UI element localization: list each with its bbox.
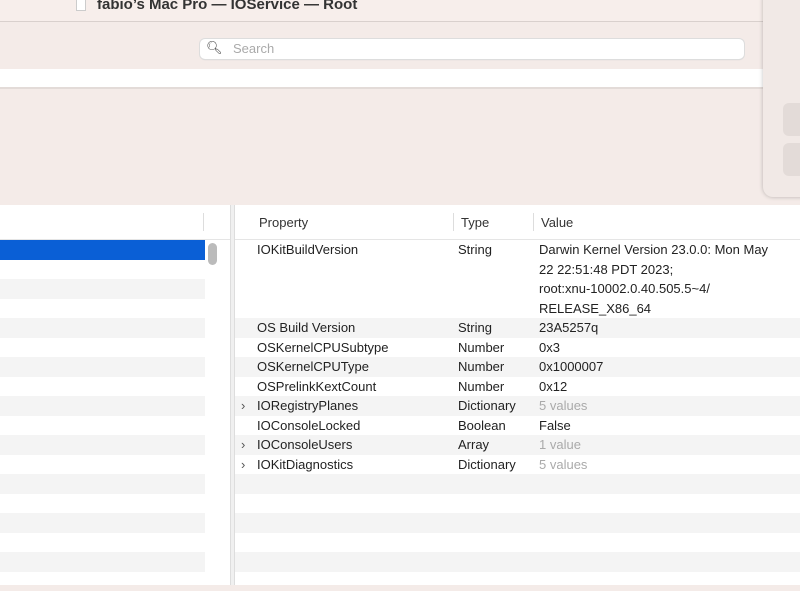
tree-row[interactable] [0,260,205,280]
tree-row[interactable] [0,377,205,397]
properties-table: Property Type Value IOKitBuildVersion Str… [235,205,800,585]
property-value: 0x12 [539,377,567,397]
tree-row[interactable] [0,357,205,377]
property-value: 0x1000007 [539,357,603,377]
tree-scrollbar[interactable] [208,243,217,265]
property-type: String [458,318,492,338]
property-type: Boolean [458,416,506,436]
table-row[interactable]: OSKernelCPUSubtype Number 0x3 [235,338,800,358]
tree-row[interactable] [0,533,205,553]
tree-row[interactable] [0,299,205,319]
tree-row[interactable] [0,513,205,533]
property-name: IOConsoleLocked [257,416,360,436]
property-type: String [458,240,492,260]
table-row[interactable]: OSKernelCPUType Number 0x1000007 [235,357,800,377]
property-value: 0x3 [539,338,560,358]
tree-row[interactable] [0,396,205,416]
property-name: OSKernelCPUSubtype [257,338,389,358]
popover-button[interactable] [783,103,800,136]
tree-row[interactable] [0,318,205,338]
property-name: IOKitBuildVersion [257,240,358,260]
property-name: IORegistryPlanes [257,396,358,416]
property-value: Darwin Kernel Version 23.0.0: Mon May 22… [539,240,768,318]
search-input[interactable]: 🔍︎ Search [200,39,744,59]
property-name: IOConsoleUsers [257,435,352,455]
search-icon[interactable]: 🔍︎ [206,40,223,56]
property-value: False [539,416,571,436]
property-name: OSKernelCPUType [257,357,369,377]
empty-row [235,474,800,494]
title-bar: fabio’s Mac Pro — IOService — Root [0,0,800,22]
table-row[interactable]: IOConsoleLocked Boolean False [235,416,800,436]
disclosure-chevron-icon[interactable]: › [241,455,245,475]
tree-row[interactable] [0,552,205,572]
table-row[interactable]: › IORegistryPlanes Dictionary 5 values [235,396,800,416]
table-header: Property Type Value [235,205,800,240]
window-title: fabio’s Mac Pro — IOService — Root [97,0,357,13]
property-type: Array [458,435,489,455]
empty-row [235,513,800,533]
empty-row [235,494,800,514]
search-placeholder: Search [233,41,274,56]
table-row[interactable]: OS Build Version String 23A5257q [235,318,800,338]
tree-row[interactable] [0,416,205,436]
disclosure-chevron-icon[interactable]: › [241,396,245,416]
tree-row[interactable] [0,474,205,494]
tree-row[interactable] [0,338,205,358]
property-name: OS Build Version [257,318,355,338]
property-type: Number [458,338,504,358]
empty-row [235,552,800,572]
property-value: 5 values [539,396,587,416]
property-value: 23A5257q [539,318,598,338]
disclosure-chevron-icon[interactable]: › [241,435,245,455]
property-name: OSPrelinkKextCount [257,377,376,397]
property-type: Number [458,357,504,377]
table-row[interactable]: › IOConsoleUsers Array 1 value [235,435,800,455]
column-header-type[interactable]: Type [461,215,489,230]
tree-row[interactable] [0,435,205,455]
popover-button[interactable] [783,143,800,176]
popover-panel [763,0,800,197]
tree-row[interactable] [0,572,205,591]
table-row[interactable]: › IOKitDiagnostics Dictionary 5 values [235,455,800,475]
path-bar [0,69,800,89]
property-type: Dictionary [458,396,516,416]
table-row[interactable]: IOKitBuildVersion String Darwin Kernel Ver… [235,240,800,318]
tree-row[interactable] [0,494,205,514]
document-icon [76,0,86,11]
empty-row [235,533,800,553]
property-type: Number [458,377,504,397]
column-header-value[interactable]: Value [541,215,573,230]
property-name: IOKitDiagnostics [257,455,353,475]
empty-row [235,572,800,591]
column-header-property[interactable]: Property [259,215,308,230]
property-value: 5 values [539,455,587,475]
registry-tree[interactable] [0,205,230,585]
property-type: Dictionary [458,455,516,475]
tree-row[interactable] [0,279,205,299]
tree-row[interactable] [0,455,205,475]
tree-header [0,205,230,240]
table-row[interactable]: OSPrelinkKextCount Number 0x12 [235,377,800,397]
tree-row[interactable] [0,240,205,260]
property-value: 1 value [539,435,581,455]
